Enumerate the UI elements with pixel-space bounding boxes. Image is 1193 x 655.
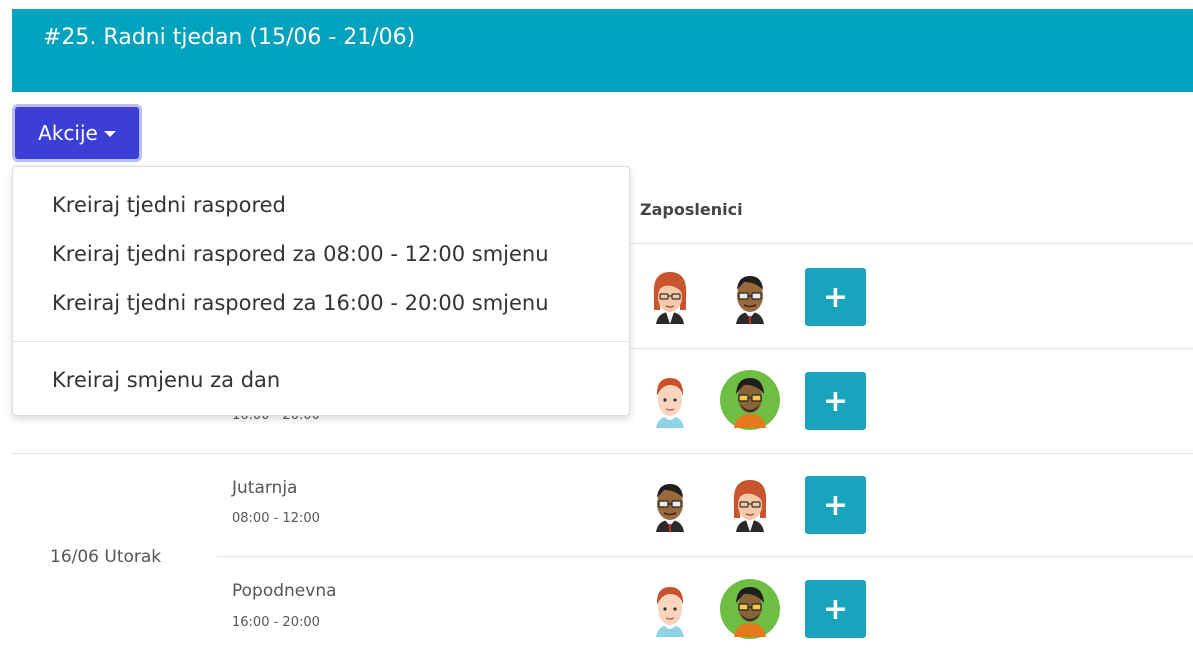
employee-avatar-red-hair[interactable] [720, 474, 780, 534]
employee-avatar-ginger[interactable] [640, 579, 700, 639]
day-label: 16/06 Utorak [50, 547, 162, 567]
shift-divider [217, 556, 1193, 557]
row-divider [630, 348, 1193, 349]
page-title: #25. Radni tjedan (15/06 - 21/06) [43, 25, 416, 50]
employee-avatar-green[interactable] [720, 579, 780, 639]
shift-name: Popodnevna [232, 581, 337, 601]
employees-column-header: Zaposlenici [640, 200, 743, 219]
shift-time: 08:00 - 12:00 [232, 511, 320, 526]
header-bar: #25. Radni tjedan (15/06 - 21/06) [12, 9, 1193, 92]
actions-dropdown-menu: Kreiraj tjedni raspored Kreiraj tjedni r… [12, 166, 630, 416]
menu-item-create-weekly-schedule-morning[interactable]: Kreiraj tjedni raspored za 08:00 - 12:00… [52, 242, 549, 266]
add-employee-button[interactable]: + [805, 476, 866, 534]
employee-avatar-ginger[interactable] [640, 370, 700, 430]
actions-button-label: Akcije [38, 121, 98, 145]
employee-avatar-dark-glasses[interactable] [720, 266, 780, 326]
caret-down-icon [103, 131, 116, 137]
employee-avatar-green[interactable] [720, 370, 780, 430]
add-employee-button[interactable]: + [805, 580, 866, 638]
employee-avatar-dark-glasses[interactable] [640, 474, 700, 534]
employee-avatar-red-hair[interactable] [640, 266, 700, 326]
menu-item-create-weekly-schedule[interactable]: Kreiraj tjedni raspored [52, 193, 286, 217]
day-divider [12, 453, 1193, 454]
shift-name: Jutarnja [232, 478, 298, 498]
table-header-divider [630, 243, 1193, 244]
actions-dropdown-button[interactable]: Akcije [12, 104, 142, 162]
add-employee-button[interactable]: + [805, 268, 866, 326]
menu-item-create-day-shift[interactable]: Kreiraj smjenu za dan [52, 368, 280, 392]
add-employee-button[interactable]: + [805, 372, 866, 430]
menu-item-create-weekly-schedule-afternoon[interactable]: Kreiraj tjedni raspored za 16:00 - 20:00… [52, 291, 549, 315]
menu-divider [13, 341, 629, 342]
shift-time: 16:00 - 20:00 [232, 615, 320, 630]
